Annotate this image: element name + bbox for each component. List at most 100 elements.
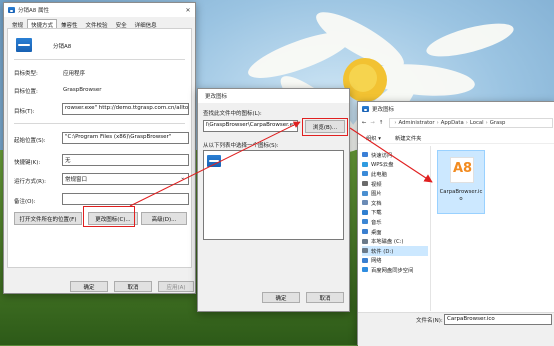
nav-item[interactable]: 音乐 bbox=[362, 217, 428, 227]
nav-item[interactable]: 百度网盘同步空间 bbox=[362, 265, 428, 275]
breadcrumb[interactable]: › Administrator › AppData › Local › Grasp bbox=[389, 118, 553, 128]
chevron-down-icon: ⌄ bbox=[180, 175, 185, 181]
properties-dialog: 分销A8 属性 ✕ 常规 快捷方式 兼容性 文件校验 安全 详细信息 分销A8 目标类型:… bbox=[3, 2, 196, 294]
divider bbox=[14, 59, 185, 60]
run-select[interactable]: 常规窗口 ⌄ bbox=[62, 173, 189, 185]
target-type-label: 目标类型: bbox=[14, 71, 38, 77]
target-type-value: 应用程序 bbox=[63, 71, 86, 77]
command-bar: 组织 ▾ 新建文件夹 bbox=[358, 132, 554, 144]
change-icon-highlight bbox=[83, 206, 135, 227]
breadcrumb-item[interactable]: Administrator bbox=[398, 120, 434, 126]
breadcrumb-separator-icon: › bbox=[394, 120, 397, 126]
change-icon-titlebar: 更改图标 bbox=[198, 89, 349, 103]
browse-highlight bbox=[302, 118, 348, 136]
nav-item[interactable]: 图片 bbox=[362, 188, 428, 198]
start-in-label: 起始位置(S): bbox=[14, 138, 46, 144]
close-icon[interactable]: ✕ bbox=[181, 3, 195, 17]
breadcrumb-separator-icon: › bbox=[465, 120, 468, 126]
nav-item[interactable]: WPS云盘 bbox=[362, 160, 428, 170]
nav-item-label: 本地磁盘 (C:) bbox=[371, 239, 404, 246]
back-arrow-icon[interactable]: ← bbox=[362, 120, 366, 126]
ico-file-icon-text: A8 bbox=[453, 161, 473, 176]
change-icon-dialog: 更改图标 查找此文件中的图标(L): l\GraspBrowser\CarpaB… bbox=[197, 88, 350, 312]
app-small-icon bbox=[362, 106, 369, 112]
nav-item[interactable]: 视频 bbox=[362, 179, 428, 189]
breadcrumb-item[interactable]: Grasp bbox=[490, 120, 506, 126]
target-label: 目标(T): bbox=[14, 109, 35, 115]
icon-list[interactable] bbox=[203, 150, 344, 240]
app-small-icon bbox=[8, 7, 15, 13]
nav-item-label: 此电脑 bbox=[371, 171, 387, 178]
nav-item-icon bbox=[362, 200, 368, 206]
forward-arrow-icon[interactable]: → bbox=[370, 120, 374, 126]
hotkey-label: 快捷键(K): bbox=[14, 160, 41, 166]
properties-title: 分销A8 属性 bbox=[18, 8, 50, 14]
nav-item[interactable]: 快速访问 bbox=[362, 150, 428, 160]
file-name-label: 文件名(N): bbox=[416, 318, 443, 324]
app-large-icon bbox=[16, 38, 32, 52]
nav-item[interactable]: 本地磁盘 (C:) bbox=[362, 236, 428, 246]
breadcrumb-item[interactable]: Local bbox=[470, 120, 484, 126]
nav-item[interactable]: 此电脑 bbox=[362, 169, 428, 179]
address-bar: ← → ↑ › Administrator › AppData › Local › Grasp bbox=[358, 116, 554, 130]
shortcut-tab-panel: 分销A8 目标类型: 应用程序 目标位置: GraspBrowser 目标(T)… bbox=[7, 28, 192, 268]
comment-input[interactable] bbox=[62, 193, 189, 205]
nav-item-label: WPS云盘 bbox=[371, 162, 394, 169]
breadcrumb-separator-icon: › bbox=[436, 120, 439, 126]
nav-item-icon bbox=[362, 152, 368, 158]
nav-item-icon bbox=[362, 267, 368, 273]
nav-item-label: 百度网盘同步空间 bbox=[371, 267, 414, 274]
nav-item-label: 软件 (D:) bbox=[371, 248, 394, 255]
nav-item-icon bbox=[362, 219, 368, 225]
nav-item-icon bbox=[362, 161, 368, 167]
nav-item[interactable]: 文档 bbox=[362, 198, 428, 208]
organize-menu[interactable]: 组织 ▾ bbox=[366, 134, 381, 142]
new-folder-button[interactable]: 新建文件夹 bbox=[395, 134, 422, 142]
nav-item-icon bbox=[362, 257, 368, 263]
run-label: 运行方式(R): bbox=[14, 179, 46, 185]
properties-titlebar: 分销A8 属性 ✕ bbox=[4, 3, 195, 17]
target-location-value: GraspBrowser bbox=[63, 87, 102, 93]
file-item-name: CarpaBrowser.ico bbox=[439, 189, 483, 202]
file-item[interactable]: A8 CarpaBrowser.ico bbox=[437, 150, 485, 214]
nav-item[interactable]: 网络 bbox=[362, 256, 428, 266]
start-in-input[interactable]: "C:\Program Files (x86)\GraspBrowser" bbox=[62, 132, 189, 144]
nav-item-icon bbox=[362, 181, 368, 187]
icon-path-input[interactable]: l\GraspBrowser\CarpaBrowser.exe bbox=[203, 120, 298, 132]
nav-item-label: 视频 bbox=[371, 181, 382, 188]
change-icon-title: 更改图标 bbox=[205, 94, 228, 100]
navigation-pane: 快速访问 WPS云盘此电脑视频 图片 文档下载 音乐 桌面本地磁盘 (C:) 软件 (D:)… bbox=[362, 150, 428, 307]
divider bbox=[14, 123, 185, 124]
nav-item-label: 下载 bbox=[371, 210, 382, 217]
pane-divider bbox=[430, 146, 431, 311]
open-file-location-button[interactable]: 打开文件所在的位置(F) bbox=[14, 212, 82, 225]
nav-item-icon bbox=[362, 248, 368, 254]
ok-button[interactable]: 确定 bbox=[70, 281, 108, 292]
apply-button[interactable]: 应用(A) bbox=[158, 281, 194, 292]
file-name-input[interactable]: CarpaBrowser.ico bbox=[444, 314, 552, 325]
up-arrow-icon[interactable]: ↑ bbox=[379, 120, 383, 126]
target-input[interactable]: rowser.exe" http://demo.ttgrasp.com.cn/a… bbox=[62, 103, 189, 115]
app-icon-option[interactable] bbox=[207, 155, 221, 167]
nav-item[interactable]: 桌面 bbox=[362, 227, 428, 237]
nav-item-icon bbox=[362, 190, 368, 196]
file-name-bar: 文件名(N): CarpaBrowser.ico bbox=[358, 312, 554, 346]
hotkey-input[interactable]: 无 bbox=[62, 154, 189, 166]
nav-item-icon bbox=[362, 209, 368, 215]
nav-item-icon bbox=[362, 171, 368, 177]
nav-item[interactable]: 下载 bbox=[362, 208, 428, 218]
nav-item[interactable]: 软件 (D:) bbox=[362, 245, 428, 256]
nav-item-icon bbox=[362, 238, 368, 244]
run-select-value: 常规窗口 bbox=[65, 177, 88, 183]
change-icon-cancel-button[interactable]: 取消 bbox=[306, 292, 344, 303]
advanced-button[interactable]: 高级(D)... bbox=[141, 212, 187, 225]
find-icons-label: 查找此文件中的图标(L): bbox=[203, 111, 262, 117]
icon-list-label: 从以下列表中选择一个图标(S): bbox=[203, 143, 279, 149]
file-picker-title: 更改图标 bbox=[372, 107, 395, 113]
comment-label: 备注(O): bbox=[14, 199, 36, 205]
change-icon-ok-button[interactable]: 确定 bbox=[262, 292, 300, 303]
ico-file-icon: A8 bbox=[450, 157, 474, 183]
cancel-button[interactable]: 取消 bbox=[114, 281, 152, 292]
breadcrumb-item[interactable]: AppData bbox=[441, 120, 464, 126]
breadcrumb-separator-icon: › bbox=[485, 120, 488, 126]
